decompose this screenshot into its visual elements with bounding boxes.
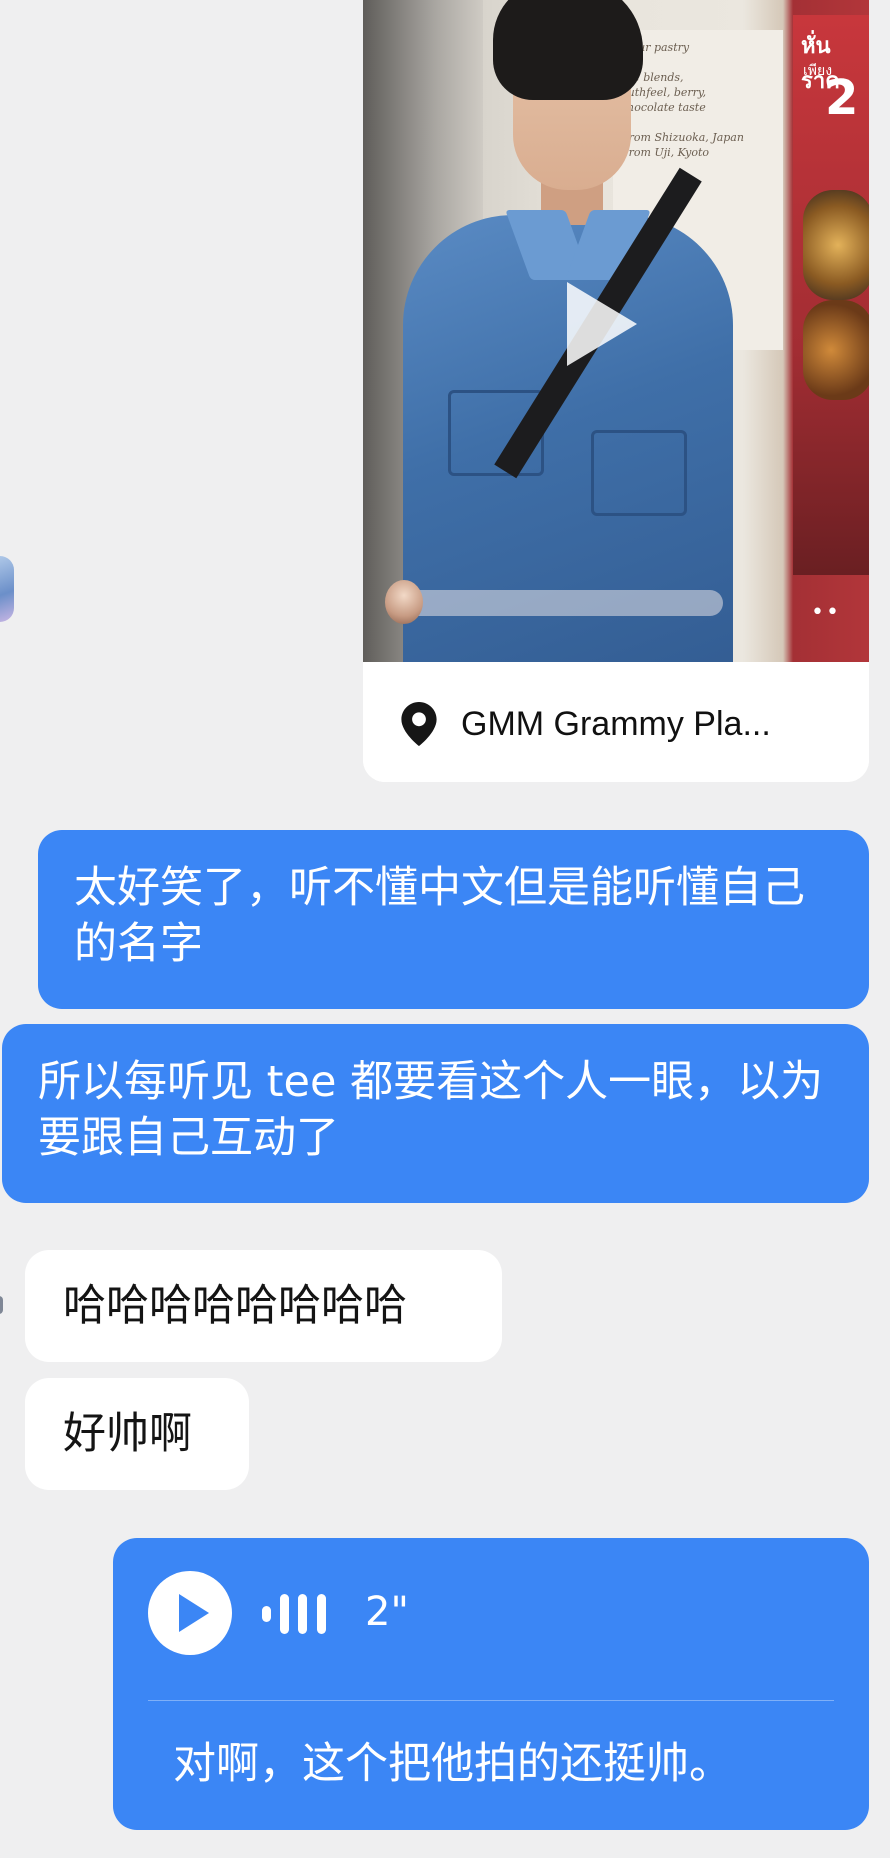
message-text: 哈哈哈哈哈哈哈哈: [63, 1281, 407, 1331]
sender-avatar-edge: [0, 1296, 3, 1314]
shared-video-card[interactable]: ...our pastry ase blends, outhfeel, berr…: [363, 0, 869, 782]
incoming-message-bubble[interactable]: 哈哈哈哈哈哈哈哈: [25, 1250, 502, 1362]
waveform-bar: [298, 1594, 307, 1634]
thumbnail-food-photo: [803, 190, 869, 300]
voice-divider: [148, 1700, 834, 1701]
location-row[interactable]: GMM Grammy Pla...: [363, 662, 869, 782]
video-play-icon[interactable]: [567, 282, 637, 366]
message-text: 所以每听见 tee 都要看这个人一眼，以为要跟自己互动了: [38, 1057, 824, 1163]
voice-transcript: 对啊，这个把他拍的还挺帅。: [173, 1739, 732, 1789]
location-label: GMM Grammy Pla...: [461, 705, 771, 743]
voice-play-button[interactable]: [148, 1571, 232, 1655]
outgoing-message-bubble[interactable]: 太好笑了，听不懂中文但是能听懂自己的名字: [38, 830, 869, 1009]
location-pin-icon: [401, 702, 437, 746]
waveform-bar: [262, 1606, 271, 1622]
person-hair: [493, 0, 643, 100]
play-icon: [179, 1594, 209, 1632]
video-thumbnail[interactable]: ...our pastry ase blends, outhfeel, berr…: [363, 0, 869, 662]
voice-message-bubble[interactable]: 2" 对啊，这个把他拍的还挺帅。: [113, 1538, 869, 1830]
message-text: 太好笑了，听不懂中文但是能听懂自己的名字: [74, 863, 805, 969]
waveform-bar: [280, 1594, 289, 1634]
thumbnail-food-photo: [803, 300, 869, 400]
message-text: 好帅啊: [63, 1409, 192, 1459]
blurred-username: [393, 590, 723, 616]
creator-avatar[interactable]: [385, 580, 423, 624]
shirt-pocket: [591, 430, 687, 516]
sender-avatar[interactable]: [0, 556, 14, 622]
outgoing-message-bubble[interactable]: 所以每听见 tee 都要看这个人一眼，以为要跟自己互动了: [2, 1024, 869, 1203]
incoming-message-bubble[interactable]: 好帅啊: [25, 1378, 249, 1490]
poster-big-number: 2: [825, 70, 859, 126]
more-dots-icon[interactable]: ••: [811, 600, 841, 625]
voice-duration: 2": [365, 1589, 409, 1635]
waveform-bar: [317, 1594, 326, 1634]
